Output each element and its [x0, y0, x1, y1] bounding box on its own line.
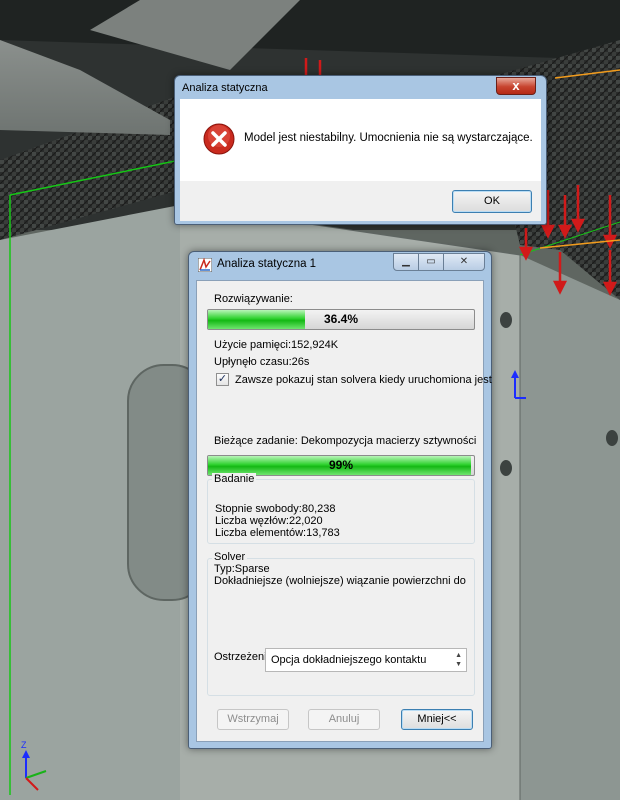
window-controls: ▁ ▭ ✕ [393, 253, 485, 271]
warnings-list-item: Opcja dokładniejszego kontaktu [271, 654, 427, 666]
solver-progress-window: Analiza statyczna 1 ▁ ▭ ✕ Rozwiązywanie:… [188, 251, 492, 749]
error-icon [203, 123, 235, 155]
memory-usage: Użycie pamięci:152,924K [214, 339, 339, 351]
task-progress-text: 99% [328, 458, 354, 472]
surface-bonding: Dokładniejsze (wolniejsze) wiązanie powi… [214, 575, 466, 587]
maximize-button[interactable]: ▭ [418, 253, 444, 271]
study-icon [198, 258, 212, 272]
close-button[interactable]: x [496, 77, 536, 95]
study-group-title: Badanie [212, 473, 257, 485]
solving-progress-bar: 36.4% [207, 309, 475, 330]
warnings-label: Ostrzeżenia [214, 651, 273, 663]
window-title: Analiza statyczna 1 [217, 258, 317, 270]
warnings-list[interactable]: Opcja dokładniejszego kontaktu ▲ ▼ [265, 648, 467, 672]
solver-type: Typ:Sparse [214, 563, 270, 575]
spin-arrows-icon[interactable]: ▲ ▼ [455, 651, 462, 669]
less-details-button[interactable]: Mniej<< [401, 709, 473, 730]
error-message: Model jest niestabilny. Umocnienia nie s… [244, 132, 533, 144]
svg-text:Z: Z [21, 740, 27, 750]
error-dialog-body: Model jest niestabilny. Umocnienia nie s… [180, 99, 541, 181]
error-dialog-footer: OK [180, 181, 541, 221]
elapsed-time: Upłynęło czasu:26s [214, 356, 310, 368]
degrees-of-freedom: Stopnie swobody:80,238 [215, 503, 336, 515]
window-client-area: Rozwiązywanie: 36.4% Użycie pamięci:152,… [196, 280, 492, 742]
solver-group-title: Solver [212, 551, 248, 563]
always-show-label: Zawsze pokazuj stan solvera kiedy urucho… [235, 374, 492, 386]
current-task: Bieżące zadanie: Dekompozycja macierzy s… [214, 435, 477, 447]
pause-button[interactable]: Wstrzymaj [217, 709, 289, 730]
solving-label: Rozwiązywanie: [214, 293, 293, 305]
solving-progress-text: 36.4% [323, 312, 359, 326]
ok-button[interactable]: OK [452, 190, 532, 213]
always-show-checkbox[interactable]: ✓ [216, 373, 229, 386]
cancel-button[interactable]: Anuluj [308, 709, 380, 730]
window-close-button[interactable]: ✕ [443, 253, 485, 271]
error-dialog: Analiza statyczna x Model jest niestabil… [174, 75, 547, 225]
node-count: Liczba węzłów:22,020 [215, 515, 323, 527]
error-dialog-title: Analiza statyczna [182, 82, 268, 94]
minimize-button[interactable]: ▁ [393, 253, 419, 271]
element-count: Liczba elementów:13,783 [215, 527, 340, 539]
